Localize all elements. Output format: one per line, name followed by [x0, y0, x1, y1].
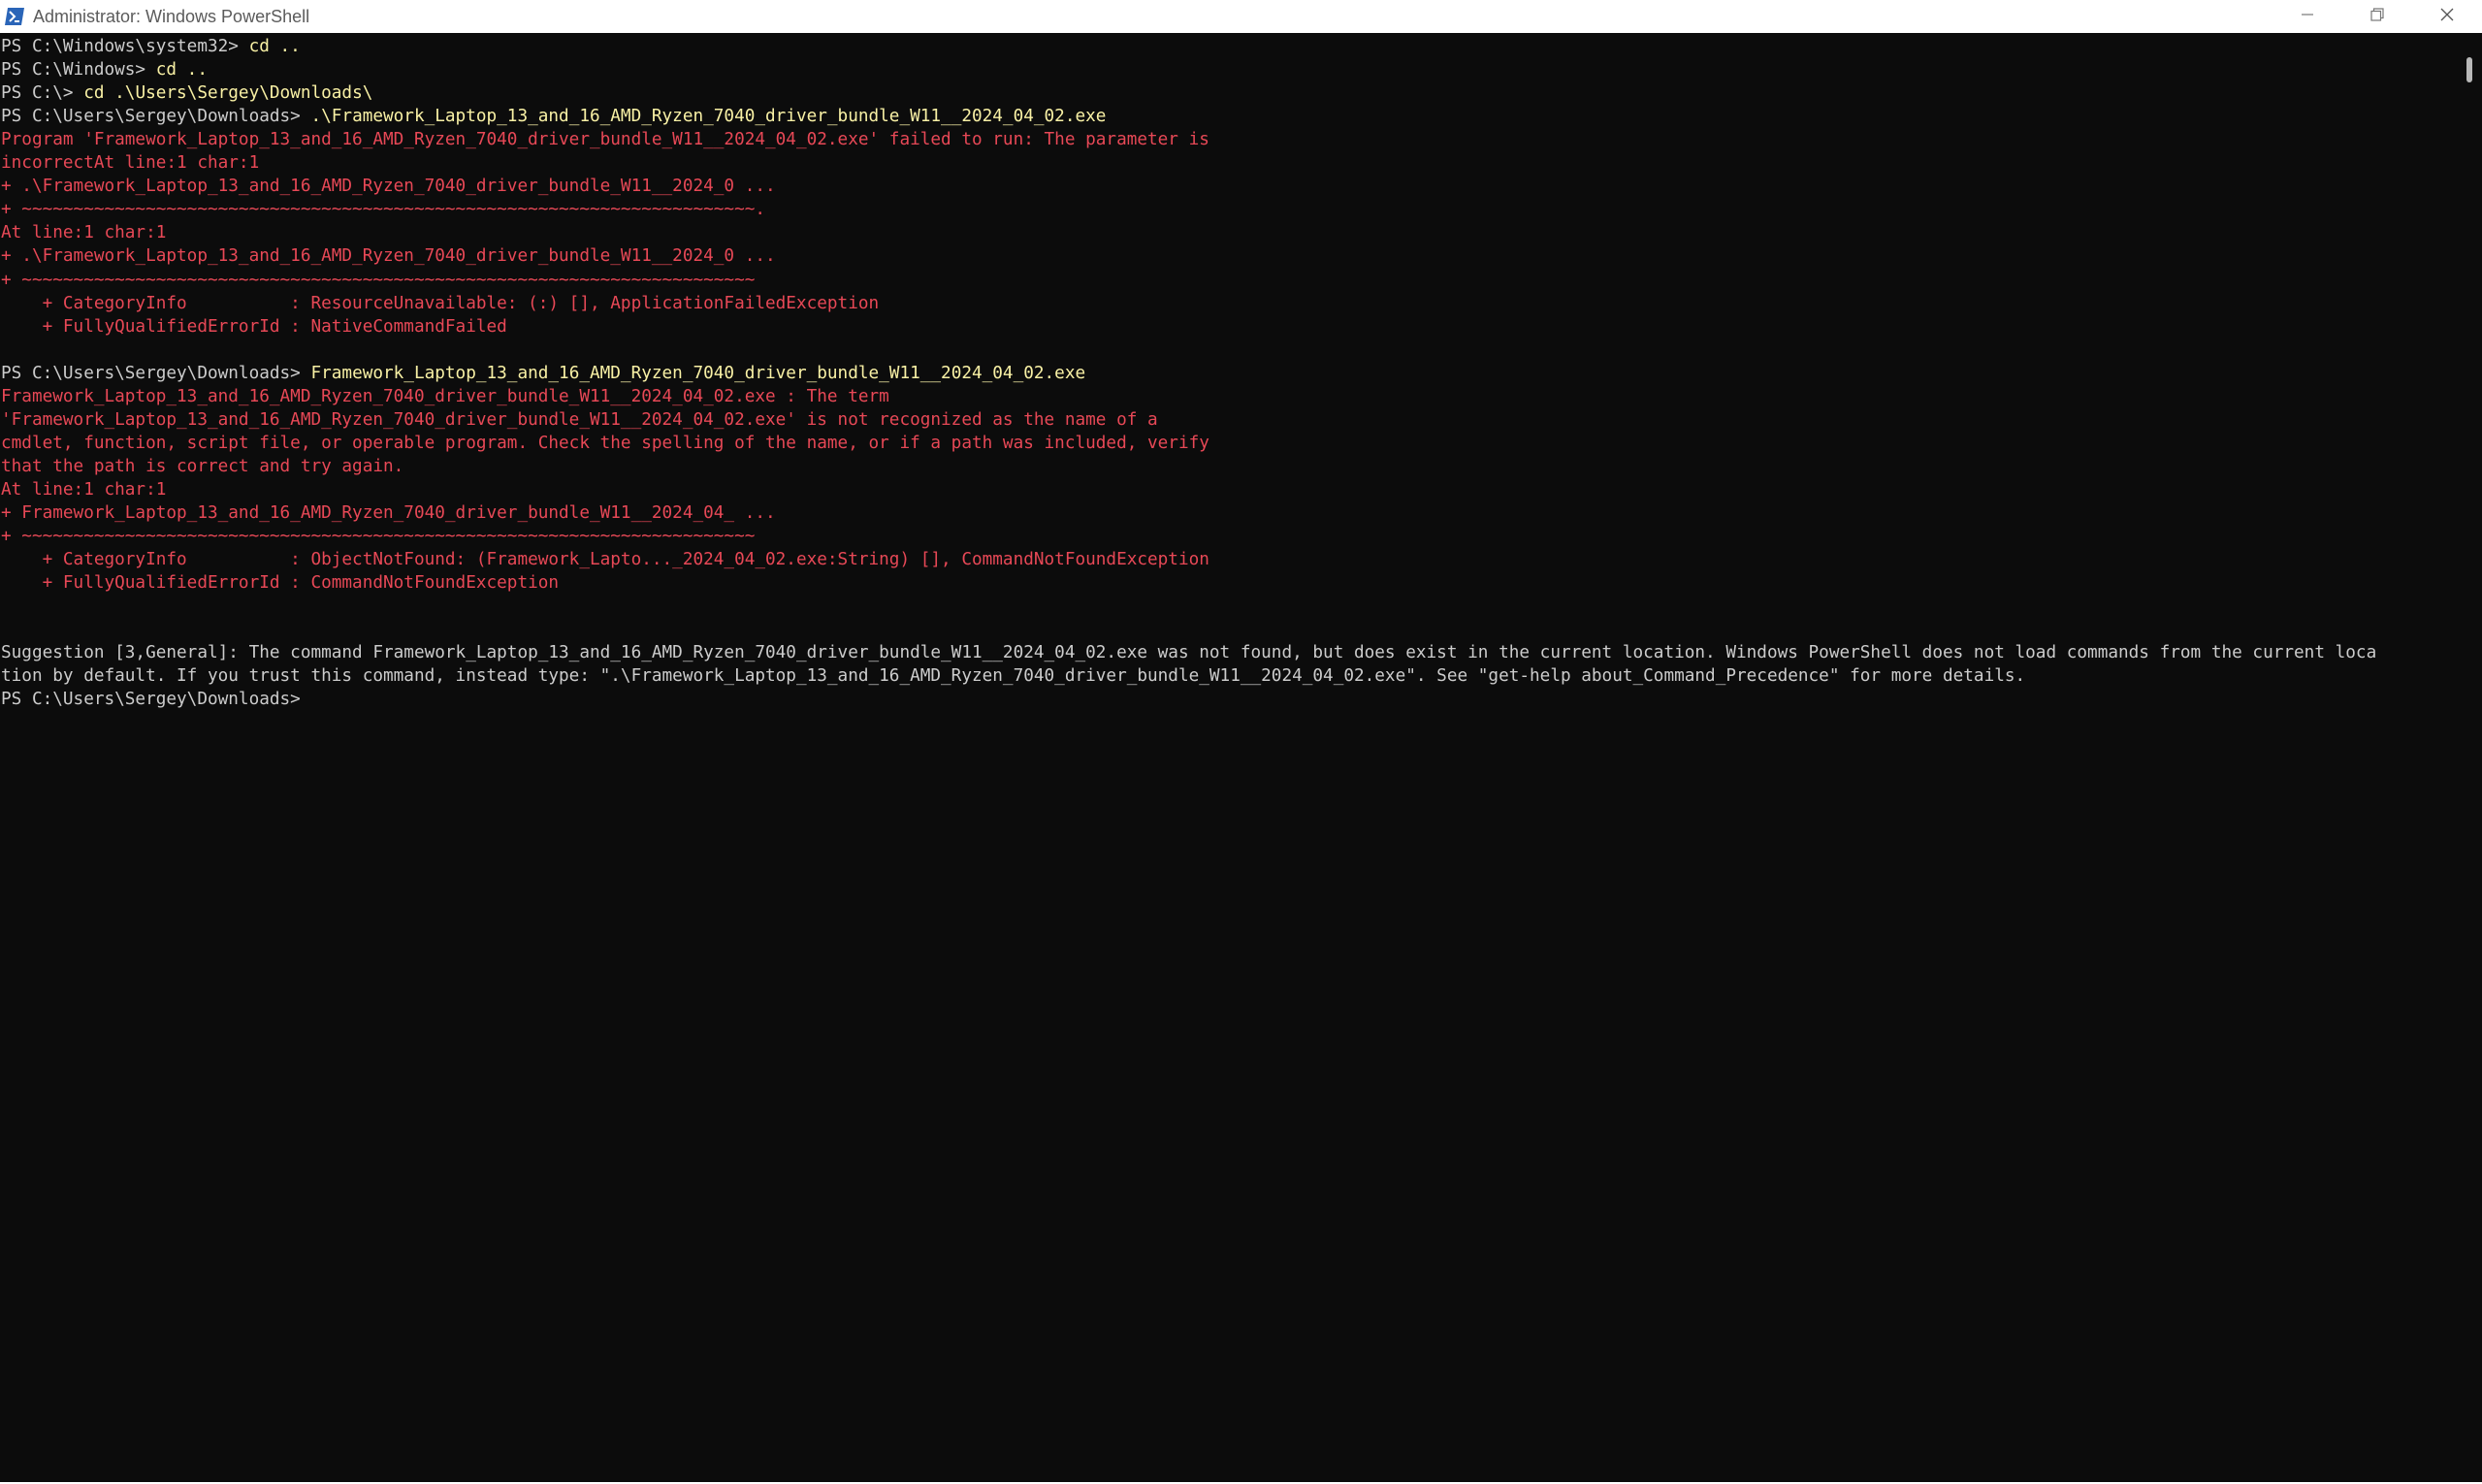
minimize-icon: [2301, 8, 2314, 26]
error-text: that the path is correct and try again.: [1, 456, 404, 476]
minimize-button[interactable]: [2272, 0, 2342, 33]
prompt-text: PS C:\Users\Sergey\Downloads>: [1, 107, 311, 127]
console-line: Framework_Laptop_13_and_16_AMD_Ryzen_704…: [1, 385, 889, 408]
console-line: + ~~~~~~~~~~~~~~~~~~~~~~~~~~~~~~~~~~~~~~…: [1, 269, 755, 292]
window-title: Administrator: Windows PowerShell: [33, 6, 310, 26]
prompt-text: PS C:\Users\Sergey\Downloads>: [1, 690, 311, 710]
scrollbar-thumb[interactable]: [2466, 57, 2472, 82]
error-text: At line:1 char:1: [1, 479, 167, 500]
error-text: incorrectAt line:1 char:1: [1, 153, 260, 174]
console-line: At line:1 char:1: [1, 478, 166, 501]
console-line: + Framework_Laptop_13_and_16_AMD_Ryzen_7…: [1, 501, 776, 525]
console-line: 'Framework_Laptop_13_and_16_AMD_Ryzen_70…: [1, 408, 1158, 432]
command-text: cd .\Users\Sergey\Downloads\: [83, 83, 373, 104]
console-line: Suggestion [3,General]: The command Fram…: [1, 641, 2376, 664]
error-text: + ~~~~~~~~~~~~~~~~~~~~~~~~~~~~~~~~~~~~~~…: [1, 270, 756, 290]
console-line: + FullyQualifiedErrorId : CommandNotFoun…: [1, 571, 559, 595]
restore-button[interactable]: [2342, 0, 2412, 33]
close-button[interactable]: [2412, 0, 2482, 33]
console-line: + .\Framework_Laptop_13_and_16_AMD_Ryzen…: [1, 244, 776, 268]
vertical-scrollbar[interactable]: [2458, 33, 2482, 1482]
console-line: that the path is correct and try again.: [1, 455, 403, 478]
error-text: + CategoryInfo : ObjectNotFound: (Framew…: [1, 550, 1209, 570]
powershell-window: Administrator: Windows PowerShell PS C:\…: [0, 0, 2482, 1484]
console-line: incorrectAt line:1 char:1: [1, 151, 259, 175]
console-line: tion by default. If you trust this comma…: [1, 664, 2025, 688]
console-line: PS C:\> cd .\Users\Sergey\Downloads\: [1, 81, 372, 105]
powershell-icon: [4, 6, 25, 27]
error-text: + FullyQualifiedErrorId : NativeCommandF…: [1, 316, 507, 337]
console-line: cmdlet, function, script file, or operab…: [1, 432, 1209, 455]
close-icon: [2439, 7, 2455, 27]
console-line: + .\Framework_Laptop_13_and_16_AMD_Ryzen…: [1, 175, 776, 198]
error-text: + FullyQualifiedErrorId : CommandNotFoun…: [1, 573, 560, 594]
console-line: + CategoryInfo : ObjectNotFound: (Framew…: [1, 548, 1209, 571]
prompt-text: PS C:\>: [1, 83, 84, 104]
console-line: PS C:\Windows\system32> cd ..: [1, 35, 301, 58]
error-text: + ~~~~~~~~~~~~~~~~~~~~~~~~~~~~~~~~~~~~~~…: [1, 527, 756, 547]
console-line: + ~~~~~~~~~~~~~~~~~~~~~~~~~~~~~~~~~~~~~~…: [1, 525, 755, 548]
error-text: + Framework_Laptop_13_and_16_AMD_Ryzen_7…: [1, 503, 776, 523]
command-text: .\Framework_Laptop_13_and_16_AMD_Ryzen_7…: [310, 107, 1107, 127]
output-text: Suggestion [3,General]: The command Fram…: [1, 643, 2377, 663]
restore-icon: [2370, 7, 2384, 26]
console-line: PS C:\Users\Sergey\Downloads> Framework_…: [1, 362, 1085, 385]
prompt-text: PS C:\Windows>: [1, 60, 156, 81]
command-text: cd ..: [155, 60, 208, 81]
console-output[interactable]: PS C:\Windows\system32> cd .. PS C:\Windo…: [0, 33, 2458, 1482]
error-text: At line:1 char:1: [1, 223, 167, 243]
console-line: PS C:\Windows> cd ..: [1, 58, 208, 81]
error-text: Program 'Framework_Laptop_13_and_16_AMD_…: [1, 130, 1209, 150]
error-text: + CategoryInfo : ResourceUnavailable: (:…: [1, 293, 880, 313]
error-text: cmdlet, function, script file, or operab…: [1, 433, 1209, 453]
console-line: At line:1 char:1: [1, 221, 166, 244]
console-line: + FullyQualifiedErrorId : NativeCommandF…: [1, 315, 507, 339]
prompt-text: PS C:\Users\Sergey\Downloads>: [1, 363, 311, 383]
prompt-text: PS C:\Windows\system32>: [1, 37, 249, 56]
title-bar[interactable]: Administrator: Windows PowerShell: [0, 0, 2482, 34]
error-text: 'Framework_Laptop_13_and_16_AMD_Ryzen_70…: [1, 409, 1158, 430]
output-text: tion by default. If you trust this comma…: [1, 666, 2026, 687]
console-line: + ~~~~~~~~~~~~~~~~~~~~~~~~~~~~~~~~~~~~~~…: [1, 198, 765, 221]
error-text: + .\Framework_Laptop_13_and_16_AMD_Ryzen…: [1, 177, 776, 197]
window-controls: [2272, 0, 2482, 33]
console-line: PS C:\Users\Sergey\Downloads>: [1, 688, 310, 711]
command-text: Framework_Laptop_13_and_16_AMD_Ryzen_704…: [310, 363, 1086, 383]
error-text: + .\Framework_Laptop_13_and_16_AMD_Ryzen…: [1, 246, 776, 267]
console-line: PS C:\Users\Sergey\Downloads> .\Framewor…: [1, 105, 1106, 128]
console-line: + CategoryInfo : ResourceUnavailable: (:…: [1, 292, 880, 315]
error-text: + ~~~~~~~~~~~~~~~~~~~~~~~~~~~~~~~~~~~~~~…: [1, 200, 766, 220]
command-text: cd ..: [248, 37, 301, 56]
error-text: Framework_Laptop_13_and_16_AMD_Ryzen_704…: [1, 386, 889, 406]
console-line: Program 'Framework_Laptop_13_and_16_AMD_…: [1, 128, 1209, 151]
